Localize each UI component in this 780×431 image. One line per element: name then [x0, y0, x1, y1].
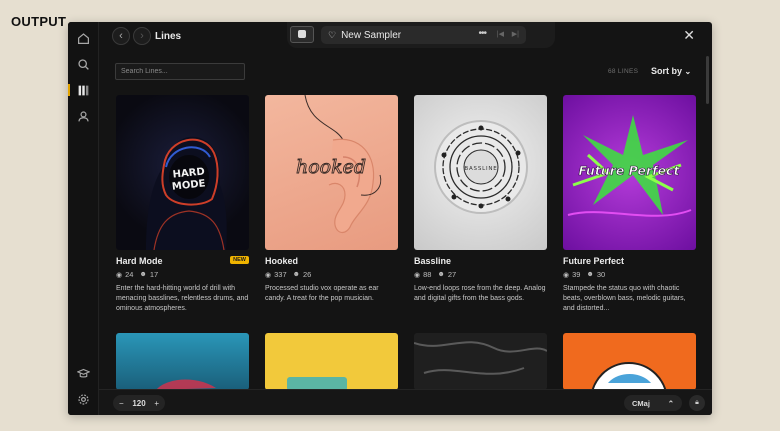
card-title: Future Perfect [563, 256, 625, 266]
play-icon: ◉ [414, 271, 421, 279]
new-badge: NEW [230, 256, 249, 264]
play-icon: ◉ [265, 271, 272, 279]
likes-icon: ☻ [437, 271, 445, 278]
card-stats: ◉ 24 ☻ 17 [116, 270, 249, 279]
brand-logo: OUTPUT [11, 14, 67, 29]
likes-count: 17 [149, 270, 159, 279]
line-card-hard-mode[interactable]: HARD MODE Hard Mode NEW ◉ 24 ☻ 17 Enter … [116, 95, 249, 314]
card-description: Enter the hard-hitting world of drill wi… [116, 285, 249, 312]
line-card-future-perfect[interactable]: Future Perfect Future Perfect ◉ 39 ☻ 30 … [563, 95, 696, 314]
tempo-decrease-button[interactable]: − [119, 399, 124, 408]
card-artwork[interactable]: hooked [265, 95, 398, 250]
chevron-right-icon: › [140, 30, 144, 42]
user-icon[interactable] [68, 106, 99, 126]
next-preset-icon[interactable]: ▶| [512, 30, 519, 38]
top-bar: ‹ › Lines ♡ New Sampler ••• |◀ ▶| ✕ [99, 22, 712, 52]
chevron-left-icon: ‹ [119, 30, 123, 42]
home-icon[interactable] [68, 28, 99, 48]
line-card-row2-4[interactable] [563, 333, 696, 390]
line-card-row2-3[interactable] [414, 333, 547, 390]
tempo-increase-button[interactable]: + [154, 399, 159, 408]
tempo-control[interactable]: − 120 + [113, 395, 165, 411]
heart-icon[interactable]: ♡ [328, 30, 336, 41]
line-card-bassline[interactable]: BASSLINE Bassline ◉ 88 ☻ 27 Low-end loop… [414, 95, 547, 304]
lock-icon[interactable]: 🔒︎ [689, 395, 705, 411]
chevron-down-icon: ⌄ [684, 67, 692, 76]
plays-count: 337 [274, 270, 287, 279]
sort-by-dropdown[interactable]: Sort by ⌄ [651, 66, 691, 76]
page-title: Lines [155, 31, 182, 42]
line-card-row2-2[interactable] [265, 333, 398, 390]
card-artwork[interactable]: Future Perfect [563, 95, 696, 250]
more-options-icon[interactable]: ••• [478, 28, 486, 39]
card-description: Stampede the status quo with chaotic bea… [563, 285, 686, 312]
likes-icon: ☻ [586, 271, 594, 278]
likes-count: 30 [596, 270, 606, 279]
card-description: Low-end loops rose from the deep. Analog… [414, 285, 546, 302]
sampler-selector[interactable]: ♡ New Sampler ••• |◀ ▶| [321, 26, 526, 44]
sidebar [68, 22, 99, 415]
card-description: Processed studio vox operate as ear cand… [265, 285, 379, 302]
likes-count: 26 [303, 270, 312, 279]
key-selector[interactable]: CMaj ⌃ [624, 395, 682, 411]
sort-by-label: Sort by [651, 66, 683, 76]
search-icon[interactable] [68, 54, 99, 74]
likes-icon: ☻ [292, 271, 300, 278]
card-stats: ◉ 88 ☻ 27 [414, 270, 547, 279]
bottom-bar: − 120 + CMaj ⌃ 🔒︎ [99, 389, 712, 415]
plays-count: 39 [572, 270, 581, 279]
back-button[interactable]: ‹ [112, 27, 130, 45]
card-artwork[interactable]: HARD MODE [116, 95, 249, 250]
plays-count: 88 [423, 270, 432, 279]
tempo-value: 120 [132, 398, 146, 408]
library-icon[interactable] [68, 80, 99, 100]
svg-text:Future Perfect: Future Perfect [579, 163, 681, 178]
svg-text:hooked: hooked [296, 156, 366, 178]
card-artwork[interactable]: BASSLINE [414, 95, 547, 250]
previous-preset-icon[interactable]: |◀ [497, 30, 504, 38]
card-title: Hooked [265, 256, 299, 266]
scrollbar[interactable] [706, 56, 709, 104]
close-icon[interactable]: ✕ [683, 28, 695, 42]
lines-count: 68 LINES [608, 68, 639, 75]
line-card-row2-1[interactable] [116, 333, 249, 390]
card-title: Bassline [414, 256, 452, 266]
card-stats: ◉ 39 ☻ 30 [563, 270, 696, 279]
likes-count: 27 [447, 270, 457, 279]
line-card-hooked[interactable]: hooked Hooked ◉ 337 ☻ 26 Processed studi… [265, 95, 398, 304]
play-icon: ◉ [116, 271, 123, 279]
plays-count: 24 [125, 270, 134, 279]
key-value: CMaj [632, 398, 650, 408]
app-window: ‹ › Lines ♡ New Sampler ••• |◀ ▶| ✕ 68 L… [68, 22, 712, 415]
card-stats: ◉ 337 ☻ 26 [265, 270, 398, 279]
chevron-up-icon: ⌃ [667, 398, 674, 408]
settings-gear-icon[interactable] [68, 389, 99, 409]
svg-text:BASSLINE: BASSLINE [464, 166, 497, 172]
instrument-thumbnail[interactable] [290, 26, 314, 43]
search-input[interactable] [115, 63, 245, 80]
likes-icon: ☻ [139, 271, 147, 278]
learn-icon[interactable] [68, 363, 99, 383]
card-title: Hard Mode [116, 256, 163, 266]
play-icon: ◉ [563, 271, 570, 279]
forward-button[interactable]: › [133, 27, 151, 45]
sampler-name: New Sampler [341, 29, 402, 41]
